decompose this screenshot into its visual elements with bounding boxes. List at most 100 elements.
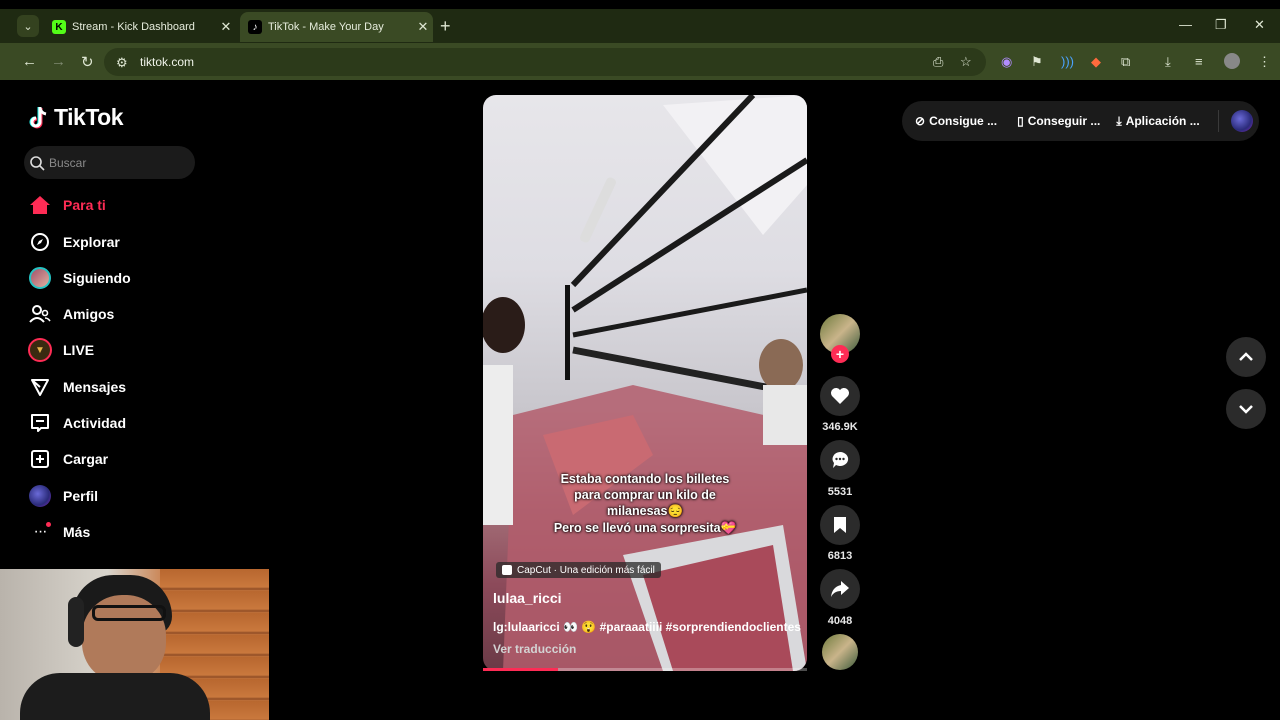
video-caption-line: Pero se llevó una sorpresita💝 — [553, 521, 737, 535]
headphones-icon — [68, 597, 84, 647]
video-progress-fill — [483, 668, 558, 671]
browser-menu-icon[interactable]: ⋮ — [1258, 54, 1271, 70]
tab-title: TikTok - Make Your Day — [268, 21, 384, 33]
forward-icon[interactable]: → — [51, 53, 66, 70]
url-text[interactable]: tiktok.com — [140, 55, 194, 69]
sidebar-item-cargar[interactable]: Cargar — [28, 444, 108, 474]
search-icon — [30, 155, 45, 171]
comment-count: 5531 — [827, 486, 853, 498]
extension-fox-icon[interactable]: ◆ — [1091, 54, 1101, 70]
save-count: 6813 — [827, 550, 853, 562]
kick-favicon-icon: K — [52, 20, 66, 34]
sidebar-item-actividad[interactable]: Actividad — [28, 408, 126, 438]
new-tab-button[interactable]: + — [440, 16, 451, 37]
maximize-icon[interactable]: ❐ — [1215, 17, 1227, 33]
share-arrow-icon — [831, 581, 849, 597]
home-icon — [28, 193, 52, 217]
sidebar-item-amigos[interactable]: Amigos — [28, 299, 114, 329]
sidebar-item-label: Amigos — [63, 306, 115, 322]
sidebar-item-label: Explorar — [63, 234, 120, 250]
heart-icon — [831, 388, 849, 404]
next-video-button[interactable] — [1226, 389, 1266, 429]
video-caption-line: milanesas😔 — [606, 504, 684, 518]
video-description: lg:lulaaricci 👀 😲 #paraaatiiii #sorprend… — [493, 620, 801, 634]
sidebar-item-mensajes[interactable]: Mensajes — [28, 372, 126, 402]
top-right-actions: ⊘ Consigue ... ▯ Conseguir ... ⤓ Aplicación… — [902, 101, 1259, 141]
streamer-shirt — [20, 673, 210, 720]
webcam-overlay — [0, 569, 269, 720]
install-app-icon[interactable]: ⎙ — [933, 54, 943, 70]
tab-search-button[interactable]: ⌄ — [17, 15, 39, 37]
chevron-down-icon — [1239, 405, 1253, 414]
tiktok-favicon-icon: ♪ — [248, 20, 262, 34]
tiktok-note-icon — [29, 106, 47, 128]
sidebar-item-label: Perfil — [63, 488, 99, 504]
follow-plus-icon[interactable]: + — [831, 345, 849, 363]
site-info-icon[interactable]: ⚙ — [116, 55, 128, 71]
browser-tab-tiktok[interactable]: ♪ TikTok - Make Your Day ✕ — [240, 12, 433, 42]
desktop-app-label: Aplicación ... — [1125, 114, 1200, 128]
translate-link[interactable]: Ver traducción — [493, 642, 576, 656]
tiktok-logo[interactable]: TikTok — [28, 104, 124, 131]
video-caption-line: para comprar un kilo de — [574, 488, 716, 502]
sidebar-item-label: Más — [63, 524, 91, 540]
coin-icon: ⊘ — [915, 114, 926, 128]
browser-tab-kick[interactable]: K Stream - Kick Dashboard ✕ — [44, 12, 236, 42]
sound-disc-avatar[interactable] — [822, 634, 858, 670]
profile-icon — [28, 484, 52, 508]
glasses-icon — [92, 605, 166, 621]
capcut-badge[interactable]: CapCut · Una edición más fácil — [496, 562, 661, 578]
get-app-button[interactable]: ▯ Conseguir ... — [1017, 114, 1100, 128]
bookmark-star-icon[interactable]: ☆ — [960, 54, 972, 70]
extension-compass-icon[interactable]: ◉ — [1001, 54, 1012, 70]
like-count: 346.9K — [822, 421, 858, 433]
search-input[interactable]: Buscar — [24, 146, 195, 179]
minimize-icon[interactable]: — — [1179, 17, 1192, 32]
address-bar[interactable] — [104, 48, 986, 76]
like-button[interactable] — [820, 376, 860, 416]
sidebar-item-perfil[interactable]: Perfil — [28, 481, 98, 511]
sidebar-item-live[interactable]: ▼ LIVE — [28, 335, 94, 365]
sidebar-item-label: Actividad — [63, 415, 127, 431]
sidebar-item-explorar[interactable]: Explorar — [28, 227, 120, 257]
close-tab-icon[interactable]: ✕ — [216, 19, 236, 35]
sidebar-item-para-ti[interactable]: Para ti — [28, 190, 106, 220]
comment-button[interactable] — [820, 440, 860, 480]
sidebar-item-label: Para ti — [63, 197, 106, 213]
extension-gift-icon[interactable]: ⚑ — [1031, 54, 1043, 70]
comment-icon — [832, 451, 849, 468]
previous-video-button[interactable] — [1226, 337, 1266, 377]
tab-title: Stream - Kick Dashboard — [72, 21, 195, 33]
extension-wave-icon[interactable]: ))) — [1061, 54, 1074, 69]
divider — [1217, 110, 1219, 132]
capcut-label: CapCut · Una edición más fácil — [517, 564, 655, 576]
sidebar-item-siguiendo[interactable]: Siguiendo — [28, 263, 131, 293]
sidebar-item-mas[interactable]: ··· Más — [28, 517, 90, 547]
download-icon[interactable]: ⤓ — [1165, 54, 1171, 70]
video-caption-line: Estaba contando los billetes — [560, 472, 730, 486]
back-icon[interactable]: ← — [22, 53, 37, 70]
compass-icon — [28, 230, 52, 254]
sidebar-item-label: Mensajes — [63, 379, 127, 395]
phone-icon: ▯ — [1017, 114, 1024, 128]
video-progress-bar[interactable] — [483, 668, 807, 671]
video-player[interactable]: Estaba contando los billetes para compra… — [483, 95, 807, 671]
user-avatar[interactable] — [1230, 110, 1253, 132]
video-author[interactable]: lulaa_ricci — [493, 590, 562, 606]
media-control-icon[interactable]: ≡ — [1195, 54, 1203, 69]
get-coins-button[interactable]: ⊘ Consigue ... — [915, 114, 997, 128]
get-coins-label: Consigue ... — [929, 114, 998, 128]
window-close-icon[interactable]: ✕ — [1254, 17, 1265, 33]
download-icon: ⤓ — [1116, 113, 1122, 128]
extensions-puzzle-icon[interactable]: ⧉ — [1121, 54, 1130, 70]
search-placeholder: Buscar — [49, 155, 87, 170]
sidebar-item-label: Siguiendo — [63, 270, 131, 286]
desktop-app-button[interactable]: ⤓ Aplicación ... — [1116, 114, 1199, 129]
bookmark-icon — [834, 517, 846, 533]
share-button[interactable] — [820, 569, 860, 609]
save-button[interactable] — [820, 505, 860, 545]
profile-avatar-icon[interactable] — [1224, 53, 1240, 69]
reload-icon[interactable]: ↻ — [81, 53, 94, 71]
close-tab-icon[interactable]: ✕ — [413, 19, 433, 35]
get-app-label: Conseguir ... — [1027, 114, 1101, 128]
